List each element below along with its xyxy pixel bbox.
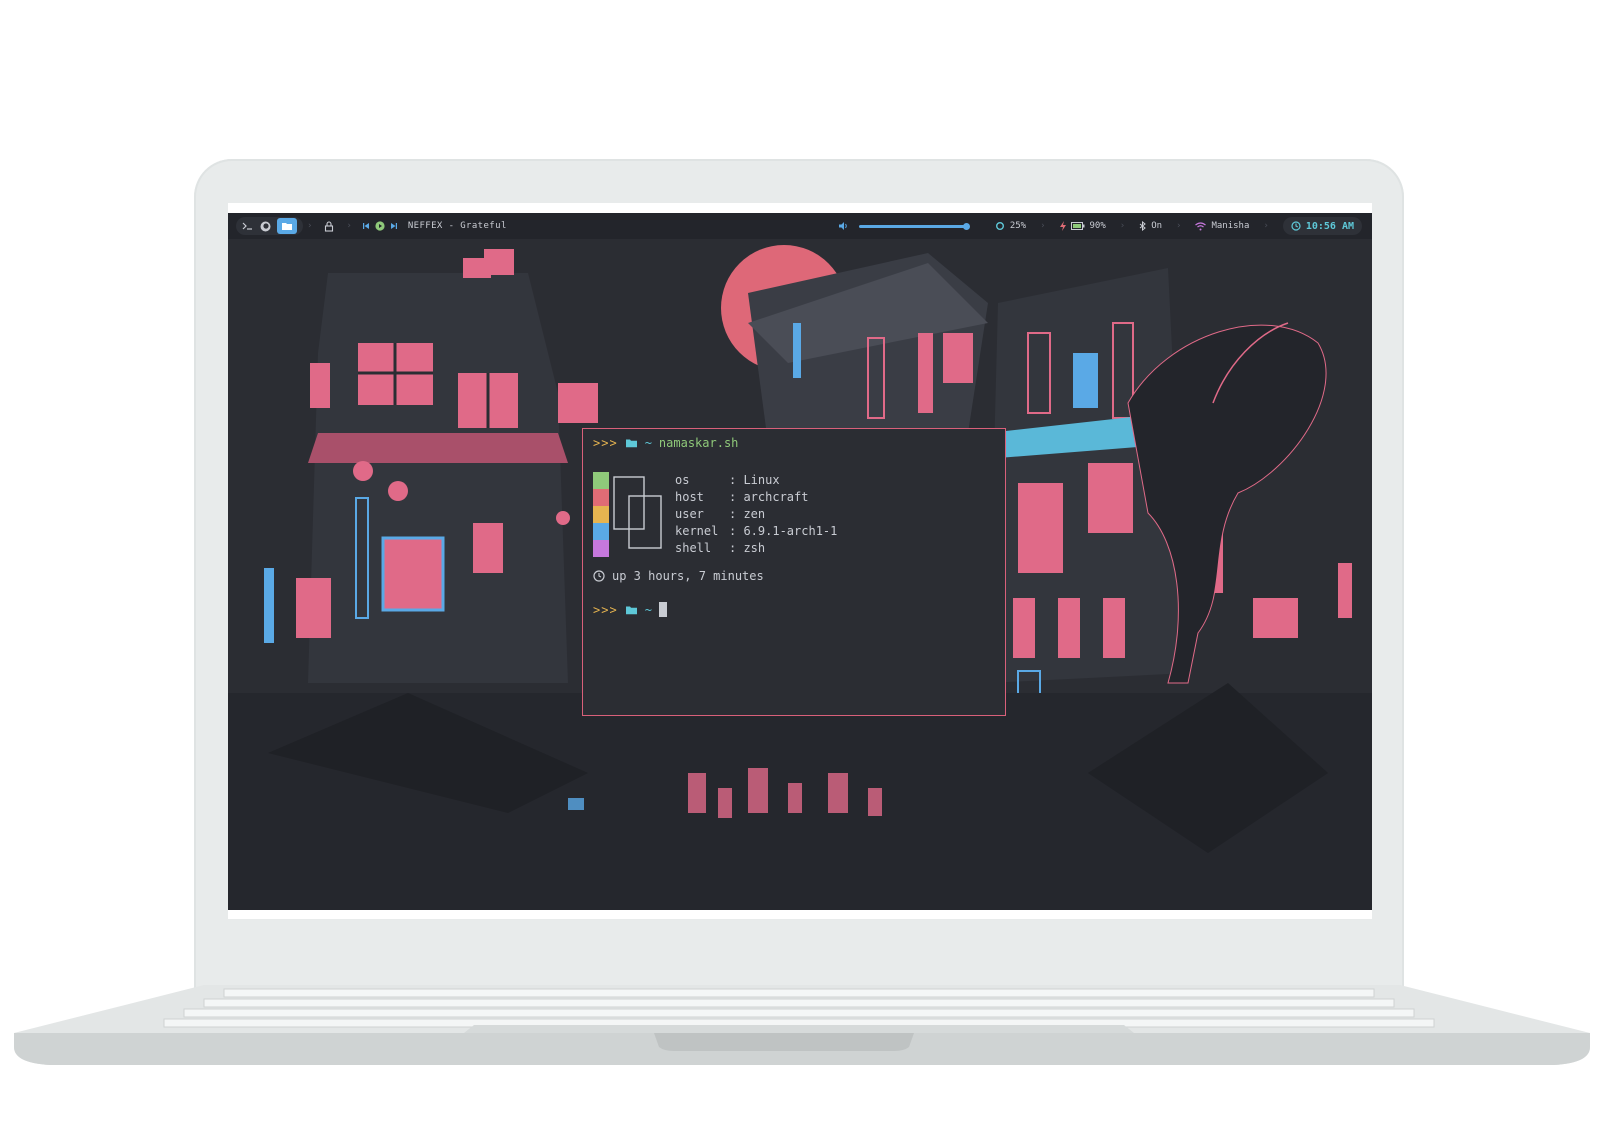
play-icon[interactable] — [375, 221, 385, 231]
info-row-shell: shell: zsh — [675, 540, 837, 557]
info-sep: : — [729, 541, 744, 555]
separator: › — [1040, 221, 1046, 231]
info-key: kernel — [675, 524, 719, 538]
clock-time: 10:56 AM — [1305, 220, 1354, 232]
separator: › — [1176, 221, 1182, 231]
palette-swatch — [593, 523, 609, 540]
battery-value: 90% — [1089, 221, 1106, 231]
info-sep: : — [729, 473, 744, 487]
info-value: zen — [743, 507, 766, 521]
info-row-user: user: zen — [675, 506, 837, 523]
text-cursor[interactable] — [658, 602, 667, 617]
palette-swatch — [593, 472, 609, 489]
bluetooth-value: On — [1151, 221, 1163, 231]
lock-icon[interactable] — [324, 220, 334, 232]
battery-indicator[interactable]: 90% — [1059, 221, 1106, 231]
cwd-tilde: ~ — [644, 436, 652, 450]
command-text: namaskar.sh — [658, 436, 739, 450]
brightness-indicator[interactable]: 25% — [995, 221, 1026, 231]
info-value: Linux — [743, 473, 780, 487]
launcher-group — [236, 217, 303, 235]
separator: › — [1119, 221, 1126, 231]
palette-swatch — [593, 506, 609, 523]
brightness-value: 25% — [1009, 221, 1027, 231]
info-value: archcraft — [743, 490, 809, 504]
skip-back-icon[interactable] — [362, 222, 370, 230]
info-row-kernel: kernel: 6.9.1-arch1-1 — [675, 523, 837, 540]
battery-icon — [1070, 222, 1085, 230]
info-key: shell — [675, 541, 712, 555]
system-info: os: Linux host: archcraft user: zen kern… — [675, 472, 837, 557]
terminal-window[interactable]: >>> ~ namaskar.sh os: Linux host: archcr… — [582, 428, 1006, 716]
volume-slider-knob[interactable] — [962, 222, 970, 230]
uptime-text: up 3 hours, 7 minutes — [612, 569, 764, 583]
separator: › — [1263, 221, 1269, 231]
network-indicator[interactable]: Manisha — [1195, 221, 1249, 231]
info-key: host — [675, 490, 704, 504]
skip-forward-icon[interactable] — [390, 222, 398, 230]
separator: › — [307, 221, 313, 231]
separator: › — [346, 221, 352, 231]
info-row-host: host: archcraft — [675, 489, 837, 506]
bluetooth-indicator[interactable]: On — [1139, 221, 1162, 231]
prompt-arrows: >>> — [593, 436, 618, 450]
info-key: user — [675, 507, 704, 521]
brightness-icon — [995, 221, 1005, 231]
cwd-tilde: ~ — [644, 602, 652, 617]
terminal-icon[interactable] — [242, 221, 254, 231]
folder-icon — [625, 438, 638, 448]
wifi-icon — [1195, 221, 1207, 231]
info-sep: : — [729, 507, 744, 521]
folder-icon[interactable] — [277, 218, 297, 234]
color-palette — [593, 472, 609, 557]
info-value: 6.9.1-arch1-1 — [743, 524, 838, 538]
clock-icon — [593, 570, 605, 582]
volume-slider[interactable] — [858, 222, 970, 230]
info-sep: : — [729, 524, 744, 538]
volume-icon[interactable] — [838, 221, 849, 231]
info-value: zsh — [743, 541, 766, 555]
clock-icon — [1291, 221, 1301, 231]
clock[interactable]: 10:56 AM — [1282, 217, 1362, 235]
info-sep: : — [729, 490, 744, 504]
palette-swatch — [593, 489, 609, 506]
info-row-os: os: Linux — [675, 472, 837, 489]
network-name: Manisha — [1211, 221, 1250, 231]
prompt-line[interactable]: >>> ~ — [593, 602, 667, 617]
archcraft-logo — [613, 476, 665, 555]
status-area: 25% › 90% › On › Manisha › 10:56 AM — [838, 217, 1372, 235]
prompt-arrows: >>> — [593, 602, 618, 617]
charging-icon — [1059, 221, 1066, 231]
laptop-base — [14, 985, 1590, 1080]
uptime-line: up 3 hours, 7 minutes — [593, 569, 764, 583]
media-track-title[interactable]: NEFFEX - Grateful — [408, 221, 507, 231]
folder-icon — [625, 605, 638, 615]
command-line: >>> ~ namaskar.sh — [593, 436, 738, 450]
bluetooth-icon — [1139, 221, 1147, 231]
top-bar: › › NEFFEX - Grateful 25% › 90% › On › M… — [228, 213, 1372, 239]
palette-swatch — [593, 540, 609, 557]
firefox-icon[interactable] — [260, 221, 271, 232]
info-key: os — [675, 473, 690, 487]
